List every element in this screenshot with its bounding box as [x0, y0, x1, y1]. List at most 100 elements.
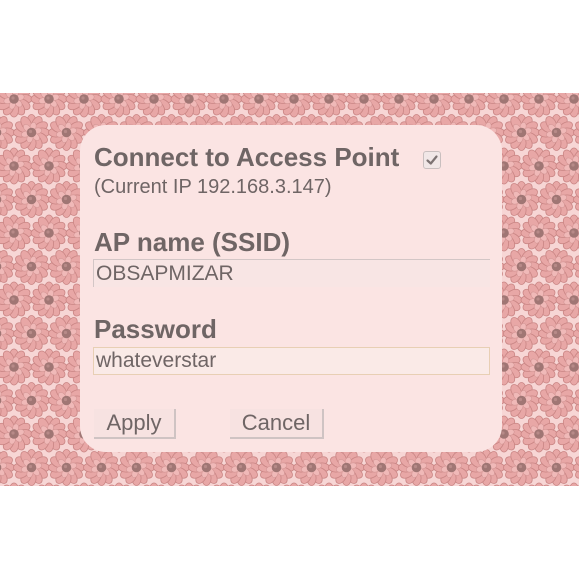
flower-icon	[0, 415, 33, 453]
flower-icon	[520, 281, 558, 319]
flower-icon	[363, 449, 400, 486]
flower-icon	[170, 482, 208, 486]
checkmark-icon	[426, 155, 438, 165]
flower-icon	[380, 93, 418, 118]
flower-icon	[0, 281, 33, 319]
flower-icon	[538, 382, 575, 419]
flower-icon	[65, 93, 103, 118]
connect-checkbox[interactable]	[423, 151, 441, 169]
flower-icon	[0, 93, 33, 118]
flower-icon	[520, 147, 558, 185]
flower-icon	[573, 114, 579, 151]
flower-icon	[415, 93, 453, 118]
flower-icon	[310, 93, 348, 118]
flower-icon	[485, 93, 523, 118]
flower-icon	[538, 181, 575, 218]
flower-icon	[520, 482, 558, 486]
cancel-button[interactable]: Cancel	[230, 409, 324, 439]
flower-icon	[573, 315, 579, 352]
flower-icon	[573, 181, 579, 218]
flower-icon	[328, 449, 365, 486]
flower-icon	[13, 114, 51, 151]
flower-icon	[135, 482, 173, 486]
flower-icon	[135, 93, 173, 118]
flower-icon	[450, 93, 488, 118]
flower-icon	[153, 449, 190, 486]
flower-icon	[0, 181, 16, 218]
flower-icon	[310, 482, 348, 486]
flower-icon	[13, 449, 51, 486]
flower-icon	[380, 482, 418, 486]
flower-icon	[433, 449, 470, 486]
ssid-label: AP name (SSID)	[94, 227, 291, 257]
flower-icon	[100, 482, 138, 486]
flower-icon	[538, 114, 575, 151]
apply-button[interactable]: Apply	[94, 409, 176, 439]
password-input[interactable]	[93, 347, 490, 375]
flower-icon	[0, 348, 33, 386]
flower-icon	[520, 214, 558, 252]
flower-icon	[13, 248, 51, 285]
flower-icon	[503, 248, 540, 285]
flower-icon	[205, 482, 243, 486]
access-point-dialog: Connect to Access Point (Current IP 192.…	[80, 125, 502, 452]
flower-icon	[13, 382, 51, 419]
flower-icon	[275, 93, 313, 118]
flower-icon	[0, 114, 16, 151]
flower-icon	[30, 348, 68, 386]
flower-icon	[555, 415, 579, 453]
flower-icon	[520, 348, 558, 386]
password-label: Password	[94, 314, 217, 344]
flower-icon	[520, 93, 558, 118]
flower-icon	[415, 482, 453, 486]
flower-icon	[240, 93, 278, 118]
flower-icon	[205, 93, 243, 118]
flower-icon	[555, 93, 579, 118]
flower-icon	[0, 147, 33, 185]
flower-icon	[555, 281, 579, 319]
flower-icon	[555, 348, 579, 386]
flower-icon	[573, 382, 579, 419]
flower-icon	[468, 449, 505, 486]
flower-icon	[30, 482, 68, 486]
flower-icon	[48, 449, 85, 486]
flower-icon	[293, 449, 330, 486]
flower-icon	[13, 315, 51, 352]
flower-icon	[0, 248, 16, 285]
flower-icon	[240, 482, 278, 486]
flower-icon	[503, 114, 540, 151]
flower-icon	[0, 214, 33, 252]
flower-icon	[30, 281, 68, 319]
screen: Connect to Access Point (Current IP 192.…	[0, 0, 579, 579]
flower-icon	[170, 93, 208, 118]
flower-icon	[345, 482, 383, 486]
flower-icon	[503, 181, 540, 218]
flower-icon	[0, 315, 16, 352]
flower-icon	[100, 93, 138, 118]
flower-icon	[573, 248, 579, 285]
flower-icon	[30, 147, 68, 185]
flower-icon	[538, 315, 575, 352]
flower-icon	[398, 449, 435, 486]
flower-icon	[83, 449, 120, 486]
flower-icon	[48, 114, 85, 151]
flower-icon	[30, 93, 68, 118]
flower-icon	[0, 449, 16, 486]
flower-icon	[30, 415, 68, 453]
flower-icon	[275, 482, 313, 486]
flower-icon	[573, 449, 579, 486]
connect-title: Connect to Access Point	[94, 142, 400, 172]
flower-icon	[503, 382, 540, 419]
flower-icon	[0, 382, 16, 419]
flower-icon	[65, 482, 103, 486]
flower-icon	[555, 147, 579, 185]
flower-icon	[538, 248, 575, 285]
flower-icon	[13, 181, 51, 218]
flower-icon	[258, 449, 295, 486]
flower-icon	[450, 482, 488, 486]
flower-icon	[485, 482, 523, 486]
flower-icon	[223, 449, 260, 486]
flower-icon	[345, 93, 383, 118]
flower-icon	[503, 315, 540, 352]
ssid-input[interactable]	[93, 259, 490, 287]
